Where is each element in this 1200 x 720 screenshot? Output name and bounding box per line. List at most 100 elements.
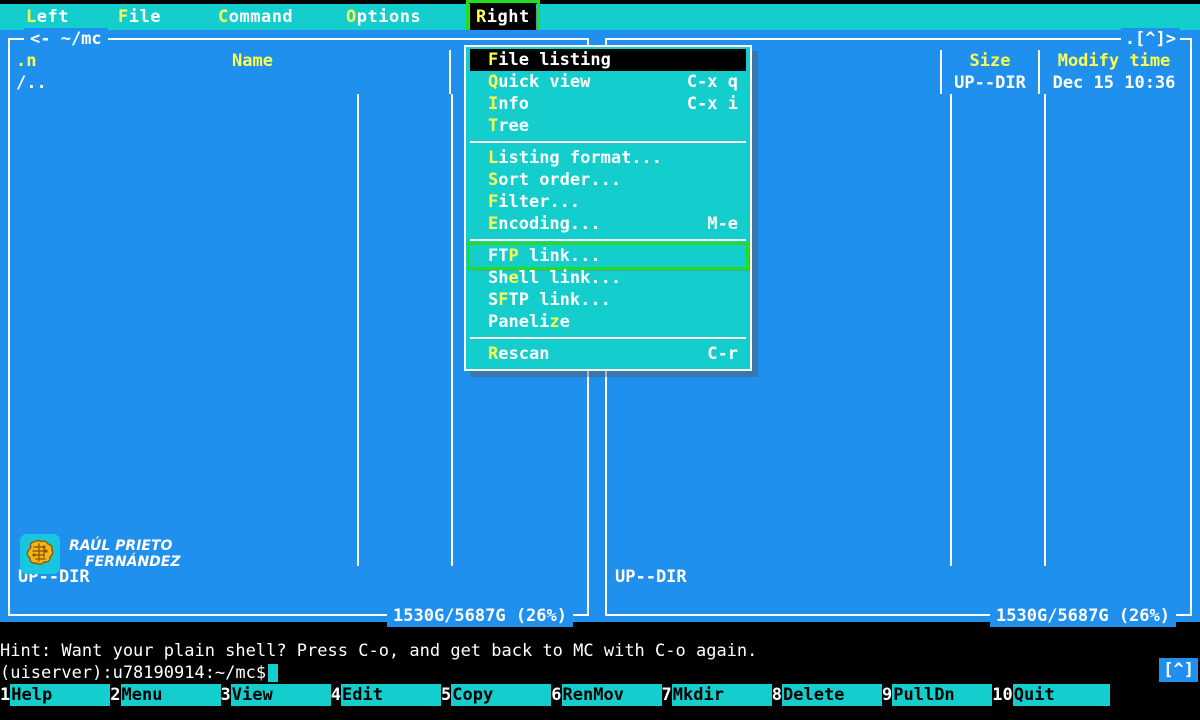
menu-separator xyxy=(470,141,746,143)
menu-left[interactable]: Left xyxy=(20,4,75,30)
menu-item-encoding[interactable]: Encoding...M-e xyxy=(470,213,746,235)
right-header-size[interactable]: Size xyxy=(940,50,1038,72)
menu-item-label: File listing xyxy=(488,49,738,71)
right-panel-free-space: 1530G/5687G (26%) xyxy=(990,605,1176,627)
menu-item-sort-order[interactable]: Sort order... xyxy=(470,169,746,191)
menu-command[interactable]: Command xyxy=(212,4,299,30)
menu-label: ile xyxy=(129,7,161,27)
right-panel-status: UP--DIR xyxy=(609,566,1188,588)
right-column-divider-size xyxy=(950,94,952,566)
menu-item-listing-format[interactable]: Listing format... xyxy=(470,147,746,169)
function-key-number: 8 xyxy=(772,684,782,706)
right-header-modify-time[interactable]: Modify time xyxy=(1038,50,1188,72)
function-key-f7[interactable]: 7Mkdir xyxy=(662,684,772,706)
menu-label: ommand xyxy=(229,7,293,27)
function-key-number: 5 xyxy=(441,684,451,706)
menu-item-filter[interactable]: Filter... xyxy=(470,191,746,213)
left-row-name xyxy=(56,72,449,94)
hotkey-letter: O xyxy=(346,7,357,27)
hotkey-letter: I xyxy=(488,94,498,114)
hotkey-letter: R xyxy=(476,7,487,27)
hotkey-letter: L xyxy=(488,148,498,168)
function-key-label: PullDn xyxy=(892,684,992,706)
scroll-up-indicator[interactable]: [^] xyxy=(1159,658,1198,682)
menu-item-shortcut: C-x q xyxy=(677,71,738,93)
hotkey-letter: F xyxy=(488,192,498,212)
right-row-size: UP--DIR xyxy=(940,72,1038,94)
menu-item-quick-view[interactable]: Quick viewC-x q xyxy=(470,71,746,93)
hotkey-letter: E xyxy=(488,214,498,234)
watermark-text: RAÚL PRIETO FERNÁNDEZ xyxy=(69,538,181,570)
left-header-name[interactable]: Name xyxy=(56,50,449,72)
menu-item-label: FTP link... xyxy=(488,245,738,267)
menu-item-rescan[interactable]: RescanC-r xyxy=(470,343,746,365)
hotkey-letter: e xyxy=(508,268,518,288)
hotkey-letter: P xyxy=(508,246,518,266)
hotkey-letter: T xyxy=(488,116,498,136)
left-column-divider-size xyxy=(357,94,359,566)
function-key-f3[interactable]: 3View xyxy=(221,684,331,706)
menu-item-shell-link[interactable]: Shell link... xyxy=(470,267,746,289)
function-key-f9[interactable]: 9PullDn xyxy=(882,684,992,706)
function-key-f1[interactable]: 1Help xyxy=(0,684,110,706)
function-key-f8[interactable]: 8Delete xyxy=(772,684,882,706)
function-key-label: Mkdir xyxy=(672,684,772,706)
hotkey-letter: L xyxy=(26,7,37,27)
function-key-f2[interactable]: 2Menu xyxy=(110,684,220,706)
menu-item-file-listing[interactable]: File listing xyxy=(470,49,746,71)
menu-item-tree[interactable]: Tree xyxy=(470,115,746,137)
function-key-label: Edit xyxy=(341,684,441,706)
menu-item-label: Shell link... xyxy=(488,267,738,289)
function-key-label: Copy xyxy=(451,684,551,706)
left-sort-indicator[interactable]: .n xyxy=(12,50,56,72)
shell-prompt-line[interactable]: (uiserver):u78190914:~/mc$ xyxy=(0,662,1200,684)
left-row-updir-name: /.. xyxy=(12,72,56,94)
menu-item-shortcut: C-x i xyxy=(677,93,738,115)
menu-item-label: Filter... xyxy=(488,191,738,213)
hotkey-letter: z xyxy=(549,312,559,332)
menu-item-info[interactable]: InfoC-x i xyxy=(470,93,746,115)
function-key-number: 10 xyxy=(992,684,1012,706)
left-panel-path[interactable]: <- ~/mc xyxy=(24,28,108,50)
menu-file[interactable]: File xyxy=(112,4,167,30)
menu-item-shortcut: C-r xyxy=(697,343,738,365)
menu-item-ftp-link[interactable]: FTP link... xyxy=(470,245,746,267)
function-key-label: View xyxy=(231,684,331,706)
function-key-f4[interactable]: 4Edit xyxy=(331,684,441,706)
hotkey-letter: Q xyxy=(488,72,498,92)
right-menu-dropdown[interactable]: File listingQuick viewC-x qInfoC-x iTree… xyxy=(464,45,752,371)
menu-item-label: Listing format... xyxy=(488,147,738,169)
function-key-f5[interactable]: 5Copy xyxy=(441,684,551,706)
hotkey-letter: F xyxy=(498,290,508,310)
menu-item-label: SFTP link... xyxy=(488,289,738,311)
menu-item-label: Rescan xyxy=(488,343,697,365)
function-key-f6[interactable]: 6RenMov xyxy=(551,684,661,706)
menu-separator xyxy=(470,337,746,339)
function-key-label: Delete xyxy=(782,684,882,706)
menu-options[interactable]: Options xyxy=(340,4,427,30)
menu-right[interactable]: Right xyxy=(470,4,536,30)
hotkey-letter: F xyxy=(118,7,129,27)
watermark: RAÚL PRIETO FERNÁNDEZ xyxy=(20,534,181,574)
watermark-line-1: RAÚL PRIETO xyxy=(69,538,172,554)
watermark-line-2: FERNÁNDEZ xyxy=(69,554,181,570)
menu-item-label: Quick view xyxy=(488,71,677,93)
hint-line: Hint: Want your plain shell? Press C-o, … xyxy=(0,640,1200,662)
menu-label: ptions xyxy=(357,7,421,27)
menu-label: eft xyxy=(37,7,69,27)
function-key-f10[interactable]: 10Quit xyxy=(992,684,1109,706)
function-key-label: RenMov xyxy=(562,684,662,706)
menu-item-panelize[interactable]: Panelize xyxy=(470,311,746,333)
hotkey-letter: S xyxy=(488,170,498,190)
menu-item-label: Tree xyxy=(488,115,738,137)
function-key-number: 7 xyxy=(662,684,672,706)
function-key-number: 4 xyxy=(331,684,341,706)
shell-prompt-text: (uiserver):u78190914:~/mc$ xyxy=(0,662,266,684)
right-row-time: Dec 15 10:36 xyxy=(1038,72,1188,94)
text-cursor xyxy=(268,664,278,682)
menu-label: ight xyxy=(487,7,530,27)
right-panel-corner-indicator[interactable]: .[^]> xyxy=(1121,28,1180,50)
menu-item-sftp-link[interactable]: SFTP link... xyxy=(470,289,746,311)
function-key-label: Help xyxy=(10,684,110,706)
function-key-number: 2 xyxy=(110,684,120,706)
